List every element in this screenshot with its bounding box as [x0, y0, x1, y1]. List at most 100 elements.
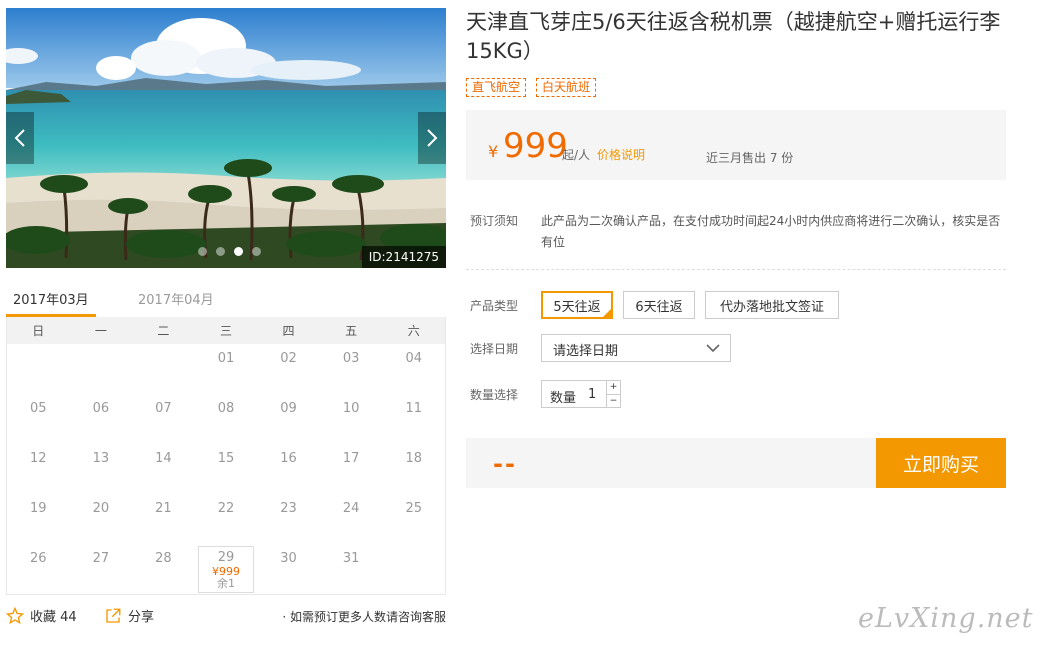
day-cell: 12: [7, 444, 70, 494]
gallery-next-button[interactable]: [418, 112, 446, 164]
day-cell: 20: [70, 494, 133, 544]
gallery-dot[interactable]: [216, 247, 225, 256]
day-number: 14: [155, 451, 172, 466]
date-select[interactable]: 请选择日期: [541, 334, 731, 362]
total-price: --: [493, 450, 517, 478]
day-number: 16: [280, 451, 297, 466]
day-cell: 26: [7, 544, 70, 594]
day-number: 08: [217, 401, 235, 416]
day-cell: 27: [70, 544, 133, 594]
day-number: 23: [280, 501, 297, 516]
empty-day-cell: [7, 344, 70, 394]
day-number: 22: [217, 501, 235, 516]
day-number: 11: [405, 401, 422, 416]
gallery-dot[interactable]: [198, 247, 207, 256]
day-number: 30: [280, 551, 297, 566]
empty-day-cell: [70, 344, 133, 394]
quantity-label: 数量: [550, 391, 577, 406]
chevron-right-icon: [427, 129, 438, 147]
type-option-5day[interactable]: 5天往返: [541, 291, 613, 319]
price-value: 999: [503, 126, 568, 166]
weekday-header: 日一二三四五六: [7, 317, 445, 344]
day-cell-available[interactable]: 29 ¥999 余1: [197, 546, 255, 593]
favorite-label: 收藏 44: [30, 610, 77, 625]
day-cell: 11: [382, 394, 445, 444]
currency-symbol: ¥: [488, 142, 499, 161]
date-label: 选择日期: [470, 342, 519, 356]
share-button[interactable]: 分享: [104, 606, 154, 625]
day-cell: 04: [382, 344, 445, 394]
price-explain-link[interactable]: 价格说明: [597, 146, 645, 163]
quantity-value[interactable]: 1: [588, 387, 596, 402]
calendar: 日 一 二 三 四 五 六 01 02 03 04 05 06 07 08 09 10 11 12 13 14 15 16…: [6, 317, 446, 595]
tab-month-current[interactable]: 2017年03月: [13, 289, 89, 308]
day-cell: 16: [257, 444, 320, 494]
day-cell: 22: [195, 494, 258, 544]
tag-daytime-flight: 白天航班: [536, 78, 597, 97]
day-cell: 30: [257, 544, 320, 594]
day-cell: 08: [195, 394, 258, 444]
gallery-dot[interactable]: [234, 247, 243, 256]
gallery-dots: [198, 247, 261, 256]
day-number: 05: [30, 401, 47, 416]
booking-notice: 预订须知 此产品为二次确认产品，在支付成功时间起24小时内供应商将进行二次确认，…: [466, 208, 1006, 270]
check-icon: [601, 307, 613, 319]
day-number: 28: [155, 551, 172, 566]
empty-day-cell: [132, 344, 195, 394]
day-number: 12: [30, 451, 47, 466]
quantity-increase-button[interactable]: +: [607, 381, 620, 394]
quantity-row-label: 数量选择: [470, 388, 519, 402]
favorite-button[interactable]: 收藏 44: [6, 606, 77, 625]
day-cell: 25: [382, 494, 445, 544]
day-remaining: 余1: [216, 577, 235, 590]
sold-count: 近三月售出 7 份: [706, 151, 794, 165]
type-option-label: 5天往返: [553, 299, 601, 315]
buy-now-button[interactable]: 立即购买: [876, 438, 1006, 488]
notice-label: 预订须知: [470, 214, 519, 228]
tag-direct-flight: 直飞航空: [466, 78, 527, 97]
action-bar: 收藏 44 分享 · 如需预订更多人数请咨询客服: [6, 606, 446, 626]
day-number: 25: [405, 501, 422, 516]
day-cell: 07: [132, 394, 195, 444]
day-cell: 31: [320, 544, 383, 594]
day-cell: 21: [132, 494, 195, 544]
photo-gallery[interactable]: ID:2141275: [6, 8, 446, 268]
weekday-label: 五: [345, 324, 358, 338]
day-number: 29: [217, 550, 235, 565]
weekday-label: 一: [94, 324, 107, 338]
day-number: 17: [342, 451, 360, 466]
gallery-prev-button[interactable]: [6, 112, 34, 164]
day-number: 21: [155, 501, 172, 516]
gallery-dot[interactable]: [252, 247, 261, 256]
day-number: 15: [217, 451, 235, 466]
product-tags: 直飞航空 白天航班: [466, 78, 597, 97]
day-number: 02: [280, 351, 297, 366]
day-cell: 24: [320, 494, 383, 544]
chevron-down-icon: [706, 344, 720, 353]
type-option-6day[interactable]: 6天往返: [623, 291, 695, 319]
tab-month-next[interactable]: 2017年04月: [138, 289, 214, 308]
quantity-row: 数量选择 数量 1 + −: [466, 380, 1006, 408]
day-cell: 10: [320, 394, 383, 444]
image-id-label: ID:2141275: [361, 246, 446, 268]
watermark: eLvXing.net: [858, 603, 1034, 634]
quantity-decrease-button[interactable]: −: [607, 394, 620, 407]
date-row: 选择日期 请选择日期: [466, 334, 1006, 362]
day-cell: 19: [7, 494, 70, 544]
type-option-label: 代办落地批文签证: [719, 299, 824, 315]
day-number: 31: [342, 551, 360, 566]
day-cell: 14: [132, 444, 195, 494]
notice-text: 此产品为二次确认产品，在支付成功时间起24小时内供应商将进行二次确认，核实是否有…: [541, 214, 1001, 249]
price-box: ¥ 999 起/人 价格说明 近三月售出 7 份: [466, 110, 1006, 180]
day-number: 01: [217, 351, 235, 366]
day-cell: 09: [257, 394, 320, 444]
weekday-label: 六: [407, 324, 420, 338]
day-number: 07: [155, 401, 172, 416]
weekday-label: 二: [157, 324, 170, 338]
day-cell: 05: [7, 394, 70, 444]
quantity-buttons: + −: [606, 381, 620, 407]
type-option-visa[interactable]: 代办落地批文签证: [705, 291, 839, 319]
day-number: 18: [405, 451, 422, 466]
product-title: 天津直飞芽庄5/6天往返含税机票（越捷航空+赠托运行李15KG）: [466, 10, 1001, 63]
product-type-label: 产品类型: [470, 299, 519, 313]
